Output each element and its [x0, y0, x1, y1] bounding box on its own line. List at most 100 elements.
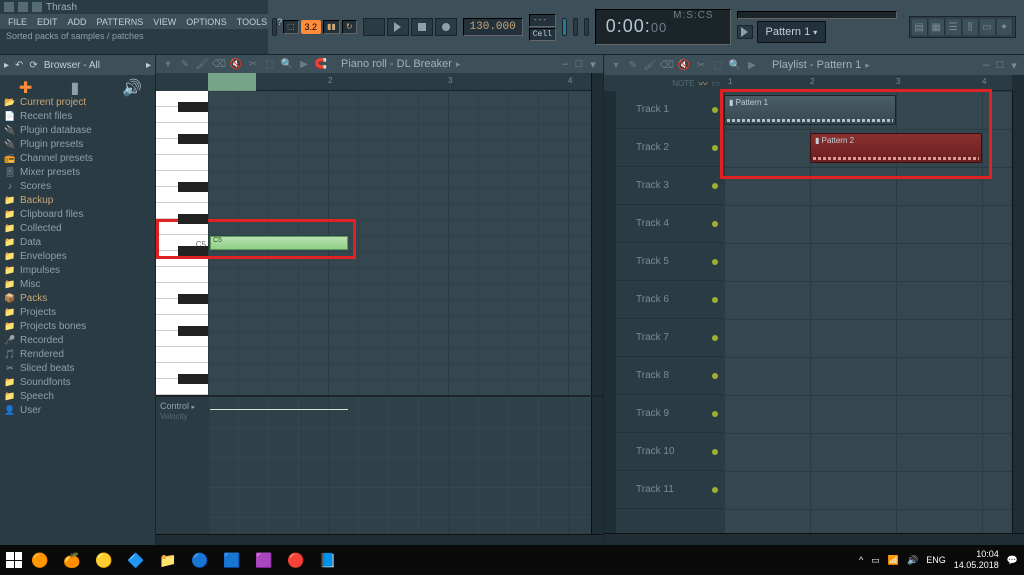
piano-key[interactable] — [156, 299, 208, 315]
tempo-display[interactable]: 130.000 — [463, 18, 523, 36]
tray-volume-icon[interactable]: 🔊 — [907, 555, 918, 566]
track-mute-dot[interactable] — [712, 449, 718, 455]
browser-item[interactable]: ✂Sliced beats — [0, 361, 155, 375]
playlist-track-header[interactable]: Track 10 — [616, 433, 724, 471]
browser-item[interactable]: 🎵Rendered — [0, 347, 155, 361]
pl-draw-icon[interactable]: ✎ — [625, 57, 641, 73]
clip-pattern-1[interactable]: ▮ Pattern 1 — [724, 95, 896, 125]
task-app-1[interactable]: 🟠 — [26, 546, 54, 574]
pl-select-icon[interactable]: ⬚ — [710, 57, 726, 73]
tray-clock[interactable]: 10:04 14.05.2018 — [954, 549, 999, 571]
browser-tab-add-icon[interactable]: ✚ — [19, 78, 33, 92]
browser-item[interactable]: 📁Clipboard files — [0, 207, 155, 221]
browser-back-icon[interactable]: ↶ — [15, 60, 23, 71]
chevron-right-icon[interactable]: ▸ — [452, 59, 461, 70]
play-button[interactable] — [387, 18, 409, 36]
pr-snap-icon[interactable]: 🧲 — [313, 56, 329, 72]
menu-options[interactable]: OPTIONS — [182, 17, 231, 27]
browser-refresh-icon[interactable]: ⟳ — [29, 60, 37, 71]
piano-key[interactable] — [156, 331, 208, 347]
pr-paint-icon[interactable]: 🖌 — [194, 56, 210, 72]
piano-key[interactable] — [156, 155, 208, 171]
menu-add[interactable]: ADD — [64, 17, 91, 27]
piano-key[interactable] — [156, 379, 208, 395]
task-app-8[interactable]: 🟪 — [250, 546, 278, 574]
pr-min-icon[interactable]: – — [559, 58, 571, 71]
menu-tools[interactable]: TOOLS — [233, 17, 271, 27]
playlist-track-header[interactable]: Track 4 — [616, 205, 724, 243]
piano-keys[interactable]: C5 — [156, 91, 208, 395]
playlist-icon[interactable]: ▤ — [912, 19, 928, 35]
pl-mute-icon[interactable]: 🔇 — [676, 57, 692, 73]
browser-item[interactable]: 🔌Plugin database — [0, 123, 155, 137]
browser-item[interactable]: 📁Projects bones — [0, 319, 155, 333]
task-app-10[interactable]: 📘 — [314, 546, 342, 574]
pr-draw-icon[interactable]: ✎ — [177, 56, 193, 72]
pr-control-label[interactable]: Control ▸ Velocity — [156, 397, 208, 533]
track-mute-dot[interactable] — [712, 297, 718, 303]
browser-list[interactable]: 📂Current project📄Recent files🔌Plugin dat… — [0, 95, 155, 545]
metronome-icon[interactable]: ▮▮ — [323, 20, 340, 34]
pl-slice-icon[interactable]: ✂ — [693, 57, 709, 73]
midi-note-c5[interactable]: C5 — [210, 236, 348, 250]
velocity-value[interactable] — [210, 409, 348, 410]
pl-erase-icon[interactable]: ⌫ — [659, 57, 675, 73]
track-mute-dot[interactable] — [712, 259, 718, 265]
pl-vscroll[interactable] — [1012, 91, 1024, 533]
pat-num[interactable]: --- — [529, 14, 556, 27]
pr-vscroll[interactable] — [591, 91, 603, 395]
playlist-track-header[interactable]: Track 5 — [616, 243, 724, 281]
playlist-track-header[interactable]: Track 1 — [616, 91, 724, 129]
pr-control-grid[interactable] — [208, 397, 591, 533]
pattern-selector[interactable]: Pattern 1 ▾ — [757, 21, 827, 43]
pl-play-icon[interactable]: ▶ — [744, 57, 760, 73]
song-position[interactable]: 0:00:00 M:S:CS — [595, 9, 731, 45]
chevron-right-icon[interactable]: ▸ — [146, 60, 151, 71]
browser-item[interactable]: 📦Packs — [0, 291, 155, 305]
pl-zoom-icon[interactable]: 🔍 — [727, 57, 743, 73]
pl-track-resize[interactable] — [604, 91, 616, 533]
task-app-3[interactable]: 🟡 — [90, 546, 118, 574]
piano-key[interactable] — [156, 219, 208, 235]
pl-close-icon[interactable]: ▾ — [1008, 59, 1020, 72]
pr-mute-icon[interactable]: 🔇 — [228, 56, 244, 72]
track-mute-dot[interactable] — [712, 221, 718, 227]
playlist-track-header[interactable]: Track 7 — [616, 319, 724, 357]
pl-max-icon[interactable]: □ — [994, 59, 1006, 72]
pl-auto-icon[interactable]: ▭ — [711, 78, 720, 89]
browser-item[interactable]: 📄Recent files — [0, 109, 155, 123]
playlist-grid[interactable]: ▮ Pattern 1 ▮ Pattern 2 — [724, 91, 1012, 533]
pat-song-switch[interactable] — [363, 18, 385, 36]
menu-view[interactable]: VIEW — [149, 17, 180, 27]
window-max-icon[interactable] — [18, 2, 28, 12]
browser-item[interactable]: 🎤Recorded — [0, 333, 155, 347]
menu-file[interactable]: FILE — [4, 17, 31, 27]
window-min-icon[interactable] — [4, 2, 14, 12]
stop-button[interactable] — [411, 18, 433, 36]
browser-item[interactable]: 📁Projects — [0, 305, 155, 319]
browser-item[interactable]: 📻Channel presets — [0, 151, 155, 165]
pl-menu-icon[interactable]: ▾ — [608, 57, 624, 73]
browser-tab-fav-icon[interactable]: 🔊 — [122, 78, 136, 92]
task-app-9[interactable]: 🔴 — [282, 546, 310, 574]
track-mute-dot[interactable] — [712, 183, 718, 189]
piano-key[interactable] — [156, 187, 208, 203]
pr-select-icon[interactable]: ⬚ — [262, 56, 278, 72]
task-app-2[interactable]: 🍊 — [58, 546, 86, 574]
pr-hscroll[interactable] — [156, 534, 603, 545]
record-button[interactable] — [435, 18, 457, 36]
channelrack-icon[interactable]: ☰ — [946, 19, 962, 35]
playlist-track-header[interactable]: Track 2 — [616, 129, 724, 167]
browser-collapse-icon[interactable]: ▸ — [4, 60, 9, 71]
loop-rec-icon[interactable] — [573, 18, 578, 36]
pianoroll-icon[interactable]: ▦ — [929, 19, 945, 35]
menu-edit[interactable]: EDIT — [33, 17, 62, 27]
clip-pattern-2[interactable]: ▮ Pattern 2 — [810, 133, 982, 163]
pl-paint-icon[interactable]: 🖌 — [642, 57, 658, 73]
pattern-play-icon[interactable] — [737, 25, 753, 39]
browser-item[interactable]: 🔌Plugin presets — [0, 137, 155, 151]
playlist-track-header[interactable]: Track 3 — [616, 167, 724, 205]
playlist-track-header[interactable]: Track 9 — [616, 395, 724, 433]
mixer-icon[interactable]: ⫼ — [963, 19, 979, 35]
pianoroll-grid[interactable]: C5 — [208, 91, 591, 395]
